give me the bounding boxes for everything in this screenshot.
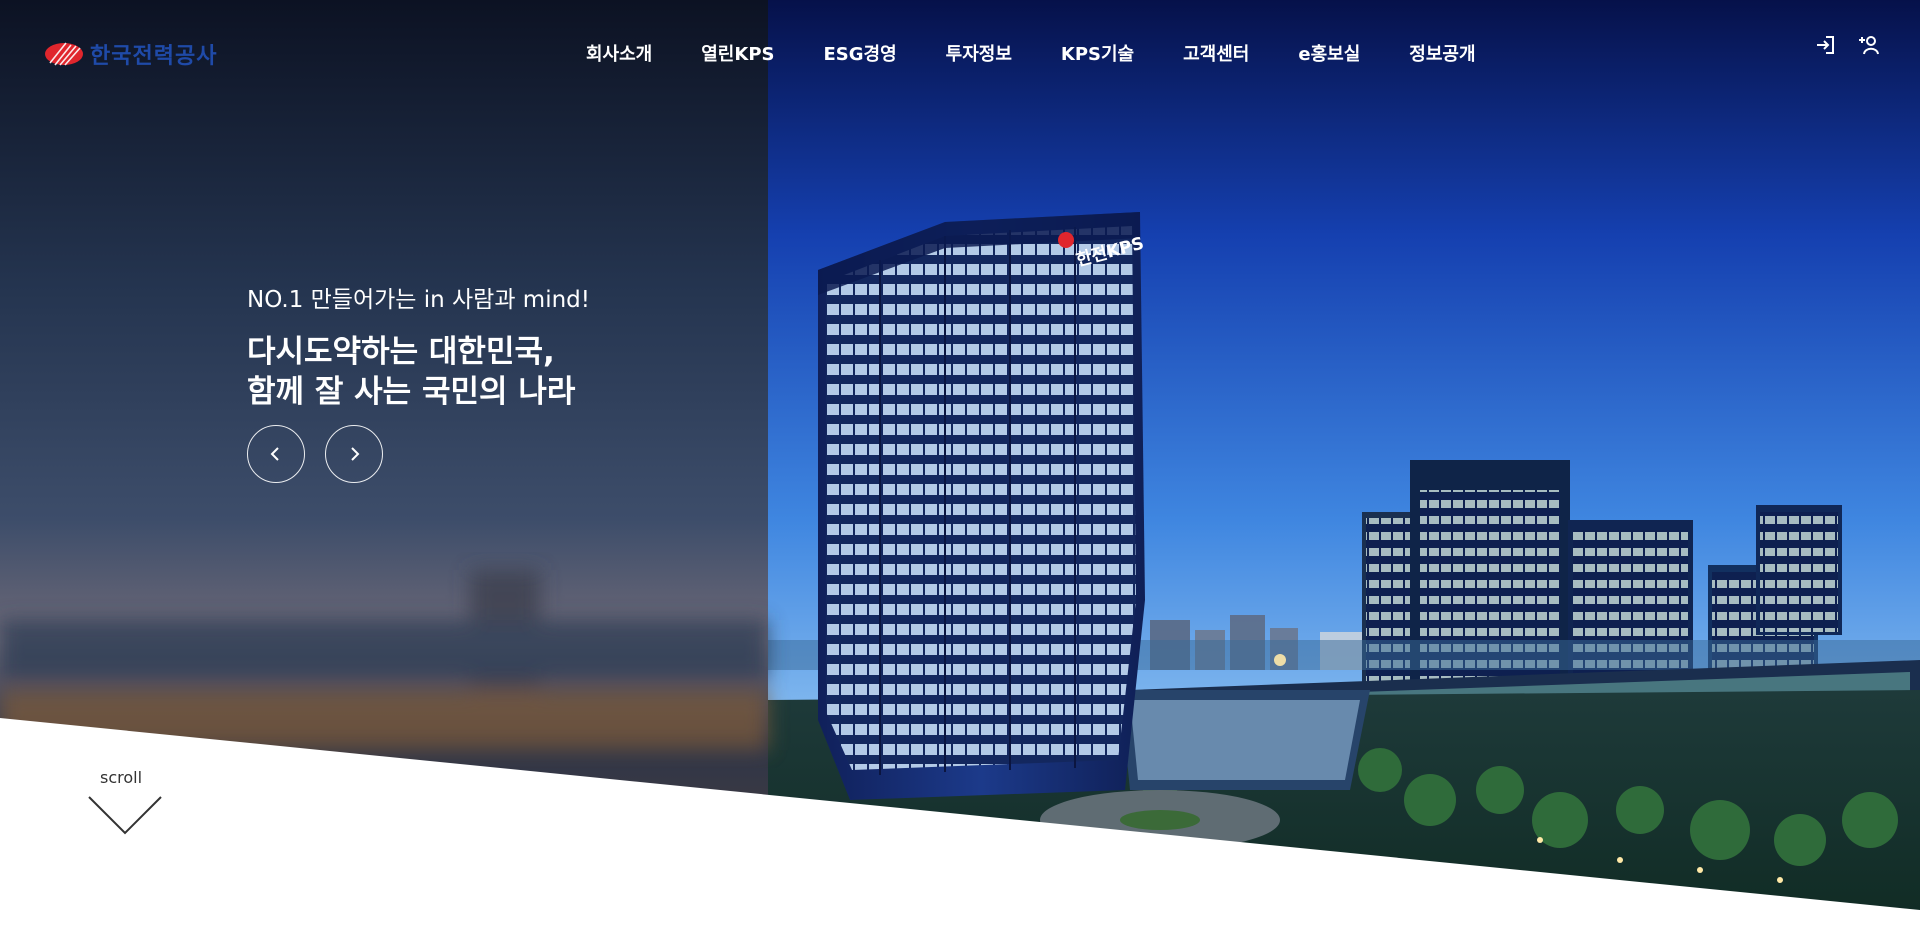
scroll-label: scroll bbox=[100, 768, 143, 787]
chevron-right-icon bbox=[351, 447, 360, 461]
hero-copy: NO.1 만들어가는 in 사람과 mind! 다시도약하는 대한민국, 함께 … bbox=[247, 280, 590, 412]
nav-item-kps-tech[interactable]: KPS기술 bbox=[1061, 36, 1134, 70]
main-page: 한전KPS 한국전력공사 회사소개 열린KPS ESG경영 투자정보 KPS기술… bbox=[0, 0, 1920, 945]
main-navigation: 회사소개 열린KPS ESG경영 투자정보 KPS기술 고객센터 e홍보실 정보… bbox=[586, 36, 1525, 70]
chevron-down-icon bbox=[88, 796, 162, 835]
slide-next-button[interactable] bbox=[325, 425, 383, 483]
nav-item-esg[interactable]: ESG경영 bbox=[823, 36, 896, 70]
logo-mark-icon bbox=[45, 42, 83, 66]
slider-controls bbox=[247, 425, 383, 483]
site-header: 한국전력공사 회사소개 열린KPS ESG경영 투자정보 KPS기술 고객센터 … bbox=[0, 0, 1920, 100]
nav-item-open-kps[interactable]: 열린KPS bbox=[701, 36, 774, 70]
utility-menu bbox=[1814, 34, 1880, 56]
join-member-icon[interactable] bbox=[1858, 34, 1880, 56]
hero-title-line1: 다시도약하는 대한민국, bbox=[247, 334, 555, 370]
logo-text: 한국전력공사 bbox=[90, 44, 218, 69]
chevron-left-icon bbox=[270, 447, 279, 461]
nav-item-e-pr[interactable]: e홍보실 bbox=[1298, 36, 1360, 70]
site-logo[interactable]: 한국전력공사 bbox=[44, 38, 217, 70]
login-icon[interactable] bbox=[1814, 34, 1836, 56]
slide-prev-button[interactable] bbox=[247, 425, 305, 483]
hero-subtitle: NO.1 만들어가는 in 사람과 mind! bbox=[247, 287, 591, 313]
nav-item-disclosure[interactable]: 정보공개 bbox=[1409, 36, 1475, 70]
hero-title-line2: 함께 잘 사는 국민의 나라 bbox=[247, 374, 576, 410]
nav-item-company[interactable]: 회사소개 bbox=[586, 36, 652, 70]
hero-title: 다시도약하는 대한민국, 함께 잘 사는 국민의 나라 bbox=[247, 332, 590, 412]
scroll-indicator[interactable]: scroll bbox=[88, 768, 162, 841]
nav-item-investment[interactable]: 투자정보 bbox=[946, 36, 1012, 70]
nav-item-customer-center[interactable]: 고객센터 bbox=[1183, 36, 1249, 70]
